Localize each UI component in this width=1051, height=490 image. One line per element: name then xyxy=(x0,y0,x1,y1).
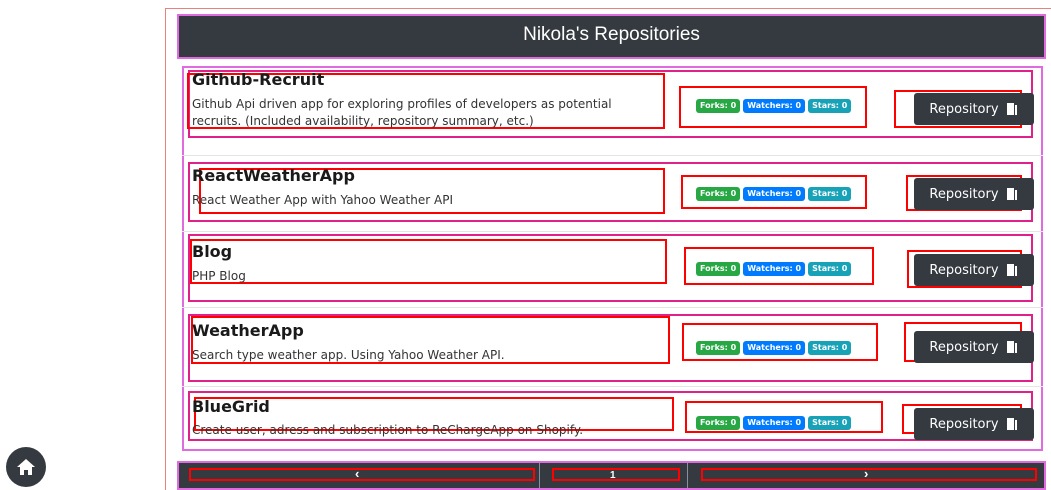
repository-name[interactable]: Github-Recruit xyxy=(192,70,324,89)
repository-description: Search type weather app. Using Yahoo Wea… xyxy=(192,348,505,362)
watchers-badge: Watchers: 0 xyxy=(743,262,806,276)
page-number: 1 xyxy=(610,470,616,481)
repository-stats: Forks: 0 Watchers: 0 Stars: 0 xyxy=(696,187,852,201)
forks-badge: Forks: 0 xyxy=(696,262,741,276)
stars-badge: Stars: 0 xyxy=(808,99,852,113)
repository-description: PHP Blog xyxy=(192,269,246,283)
repository-stats: Forks: 0 Watchers: 0 Stars: 0 xyxy=(696,99,852,113)
repository-button-label: Repository xyxy=(929,101,999,117)
stars-badge: Stars: 0 xyxy=(808,262,852,276)
repository-stats: Forks: 0 Watchers: 0 Stars: 0 xyxy=(696,341,852,355)
repository-button[interactable]: Repository xyxy=(914,408,1034,440)
repository-item: WeatherApp Search type weather app. Usin… xyxy=(188,314,1034,382)
watchers-badge: Watchers: 0 xyxy=(743,416,806,430)
stars-badge: Stars: 0 xyxy=(808,416,852,430)
repository-description: React Weather App with Yahoo Weather API xyxy=(192,193,453,207)
forks-badge: Forks: 0 xyxy=(696,341,741,355)
home-icon xyxy=(17,459,35,475)
door-icon xyxy=(1005,417,1019,431)
repository-button-label: Repository xyxy=(929,262,999,278)
repository-item: BlueGrid Create user, adress and subscri… xyxy=(188,391,1034,441)
repository-button-label: Repository xyxy=(929,186,999,202)
repository-item: Github-Recruit Github Api driven app for… xyxy=(187,70,1034,138)
chevron-left-icon: ‹ xyxy=(355,466,360,481)
repository-item: ReactWeatherApp React Weather App with Y… xyxy=(188,162,1034,222)
pagination: ‹ 1 › xyxy=(177,461,1046,490)
pagination-next[interactable]: › xyxy=(688,463,1044,488)
repository-name[interactable]: Blog xyxy=(192,242,232,261)
repository-name[interactable]: BlueGrid xyxy=(192,397,270,416)
forks-badge: Forks: 0 xyxy=(696,416,741,430)
repository-description: Create user, adress and subscription to … xyxy=(192,423,584,437)
repository-button-label: Repository xyxy=(929,339,999,355)
repository-button[interactable]: Repository xyxy=(914,178,1034,210)
chevron-right-icon: › xyxy=(864,466,869,481)
watchers-badge: Watchers: 0 xyxy=(743,341,806,355)
watchers-badge: Watchers: 0 xyxy=(743,99,806,113)
door-icon xyxy=(1005,187,1019,201)
divider xyxy=(182,386,1043,387)
forks-badge: Forks: 0 xyxy=(696,187,741,201)
repository-button[interactable]: Repository xyxy=(914,331,1034,363)
repository-stats: Forks: 0 Watchers: 0 Stars: 0 xyxy=(696,416,852,430)
stars-badge: Stars: 0 xyxy=(808,187,852,201)
repository-button[interactable]: Repository xyxy=(914,93,1034,125)
door-icon xyxy=(1005,102,1019,116)
page-title: Nikola's Repositories xyxy=(523,24,700,45)
door-icon xyxy=(1005,340,1019,354)
door-icon xyxy=(1005,263,1019,277)
divider xyxy=(182,155,1043,156)
watchers-badge: Watchers: 0 xyxy=(743,187,806,201)
home-button[interactable] xyxy=(6,447,46,487)
pagination-prev[interactable]: ‹ xyxy=(179,463,540,488)
repository-description: Github Api driven app for exploring prof… xyxy=(192,97,612,128)
repository-stats: Forks: 0 Watchers: 0 Stars: 0 xyxy=(696,262,852,276)
divider xyxy=(182,231,1043,232)
forks-badge: Forks: 0 xyxy=(696,99,741,113)
divider xyxy=(182,307,1043,308)
page-header: Nikola's Repositories xyxy=(177,14,1046,59)
repository-name[interactable]: ReactWeatherApp xyxy=(192,166,355,185)
stars-badge: Stars: 0 xyxy=(808,341,852,355)
repository-button-label: Repository xyxy=(929,416,999,432)
pagination-page-1[interactable]: 1 xyxy=(540,463,688,488)
repository-name[interactable]: WeatherApp xyxy=(192,321,304,340)
repository-button[interactable]: Repository xyxy=(914,254,1034,286)
repository-item: Blog PHP Blog Forks: 0 Watchers: 0 Stars… xyxy=(188,234,1034,302)
